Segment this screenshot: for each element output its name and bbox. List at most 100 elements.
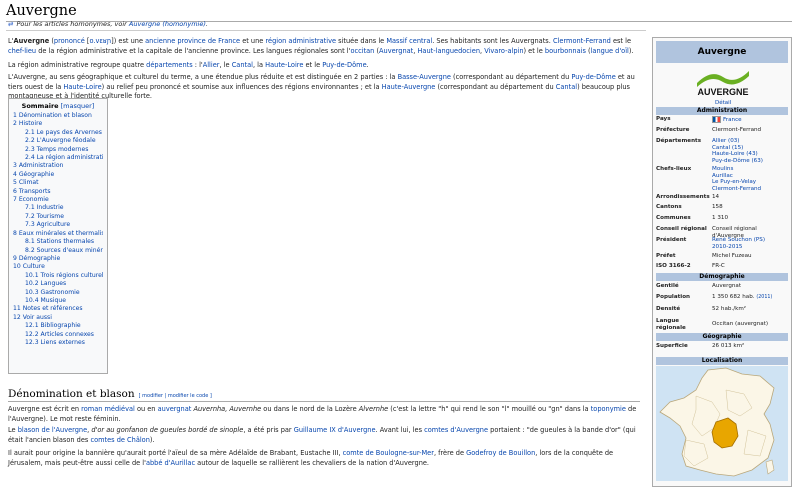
- inline-link[interactable]: auvergnat: [158, 405, 192, 413]
- toc-item: 9 Démographie: [13, 255, 103, 263]
- text-run: Auvergne est écrit en: [8, 405, 82, 413]
- infobox-section-administration: Administration: [656, 107, 788, 115]
- toc-link[interactable]: 7.3 Agriculture: [25, 221, 70, 228]
- departements-list: Allier (03) Cantal (15) Haute-Loire (43)…: [712, 138, 790, 164]
- inline-link[interactable]: Auvergnat: [379, 47, 413, 55]
- toc-link[interactable]: 12.1 Bibliographie: [25, 322, 81, 329]
- row-key: Conseil régional: [656, 226, 707, 232]
- toc-link[interactable]: 1 Dénomination et blason: [13, 112, 92, 119]
- inline-link[interactable]: o.vɛʁɲ: [89, 37, 111, 45]
- toc-link[interactable]: 2.4 La région administrative: [25, 154, 103, 161]
- inline-link[interactable]: abbé d'Aurillac: [146, 459, 195, 467]
- chef-lieu-link[interactable]: Aurillac: [712, 173, 733, 179]
- inline-link[interactable]: bourbonnais: [545, 47, 586, 55]
- row-value: Auvergnat: [712, 283, 742, 289]
- toc-link[interactable]: 10.3 Gastronomie: [25, 289, 80, 296]
- inline-link[interactable]: langue d'oïl: [591, 47, 629, 55]
- location-map[interactable]: [656, 366, 788, 481]
- inline-link[interactable]: Haute-Auvergne: [382, 83, 436, 91]
- country-link[interactable]: France: [723, 117, 742, 123]
- departement-link[interactable]: Haute-Loire (43): [712, 151, 758, 157]
- inline-link[interactable]: Cantal: [232, 61, 253, 69]
- italic-text: Alvernhe: [358, 405, 389, 413]
- chef-lieu-link[interactable]: Clermont-Ferrand: [712, 186, 761, 192]
- logo-detail-link[interactable]: Détail: [715, 100, 731, 106]
- inline-link[interactable]: Clermont-Ferrand: [553, 37, 611, 45]
- toc-link[interactable]: 8 Eaux minérales et thermalisme: [13, 230, 103, 237]
- population-year-link[interactable]: (2011): [756, 295, 772, 300]
- logo-swoosh: [697, 71, 749, 87]
- inline-link[interactable]: chef-lieu: [8, 47, 36, 55]
- inline-link[interactable]: Basse-Auvergne: [398, 73, 451, 81]
- toc-link[interactable]: 10 Culture: [13, 263, 45, 270]
- president-link[interactable]: René Souchon (PS): [712, 237, 765, 243]
- toc-link[interactable]: 2.2 L'Auvergne féodale: [25, 137, 96, 144]
- inline-link[interactable]: région administrative: [265, 37, 336, 45]
- inline-link[interactable]: Cantal: [556, 83, 577, 91]
- toc-item: 10.3 Gastronomie: [13, 289, 103, 297]
- section-edit-links[interactable]: [ modifier | modifier le code ]: [139, 393, 212, 399]
- text-run: , la: [252, 61, 266, 69]
- toc-link[interactable]: 7.2 Tourisme: [25, 213, 64, 220]
- departement-link[interactable]: Puy-de-Dôme (63): [712, 158, 763, 164]
- text-run: ).: [628, 46, 634, 55]
- prefet-link[interactable]: Michel Fuzeau: [712, 253, 790, 260]
- toc-link[interactable]: 12.2 Articles connexes: [25, 331, 94, 338]
- inline-link[interactable]: blason de l'Auvergne: [18, 426, 87, 434]
- toc-link[interactable]: 7.1 Industrie: [25, 204, 64, 211]
- toc-link[interactable]: 12 Voir aussi: [13, 314, 52, 321]
- toc-link[interactable]: 12.3 Liens externes: [25, 339, 85, 346]
- toc-link[interactable]: 8.1 Stations thermales: [25, 238, 94, 245]
- inline-link[interactable]: départements: [146, 61, 193, 69]
- inline-link[interactable]: Guillaume IX d'Auvergne: [294, 426, 376, 434]
- inline-link[interactable]: Allier: [203, 61, 220, 69]
- inline-link[interactable]: prononcé: [54, 37, 85, 45]
- prefecture-link[interactable]: Clermont-Ferrand: [712, 127, 790, 134]
- inline-link[interactable]: roman médiéval: [81, 405, 135, 413]
- inline-link[interactable]: Haut-languedocien: [417, 47, 480, 55]
- toc-toggle-link[interactable]: [masquer]: [61, 102, 95, 110]
- toc-link[interactable]: 2 Histoire: [13, 120, 42, 127]
- term-link[interactable]: 2010-2015: [712, 244, 743, 250]
- row-key: Départements: [656, 138, 702, 144]
- toc-link[interactable]: 10.1 Trois régions culturelles: [25, 272, 103, 279]
- france-flag-icon: [712, 116, 721, 123]
- chef-lieu-link[interactable]: Moulins: [712, 166, 733, 172]
- toc-link[interactable]: 10.4 Musique: [25, 297, 66, 304]
- toc-link[interactable]: 4 Géographie: [13, 171, 54, 178]
- text-run: (c'est la lettre "h" qui rend le son "l"…: [388, 405, 591, 413]
- inline-link[interactable]: Puy-de-Dôme: [571, 73, 615, 81]
- inline-link[interactable]: comte de Boulogne-sur-Mer: [343, 449, 434, 457]
- inline-link[interactable]: Massif central: [386, 37, 432, 45]
- departement-link[interactable]: Cantal (15): [712, 145, 743, 151]
- toc-item: 10.2 Langues: [13, 280, 103, 288]
- inline-link[interactable]: Haute-Loire: [63, 83, 101, 91]
- inline-link[interactable]: Vivaro-alpin: [484, 47, 523, 55]
- toc-link[interactable]: 9 Démographie: [13, 255, 60, 262]
- departement-link[interactable]: Allier (03): [712, 138, 740, 144]
- toc-link[interactable]: 2.3 Temps modernes: [25, 146, 88, 153]
- toc-item: 2.1 Le pays des Arvernes: [13, 129, 103, 137]
- chef-lieu-link[interactable]: Le Puy-en-Velay: [712, 179, 756, 185]
- toc-link[interactable]: 3 Administration: [13, 162, 63, 169]
- toc-link[interactable]: 7 Économie: [13, 196, 49, 203]
- inline-link[interactable]: Godefroy de Bouillon: [466, 449, 535, 457]
- inline-link[interactable]: occitan: [350, 47, 374, 55]
- inline-link[interactable]: comtes d'Auvergne: [424, 426, 488, 434]
- toc-link[interactable]: 6 Transports: [13, 188, 51, 195]
- toc-link[interactable]: 5 Climat: [13, 179, 39, 186]
- text-run: , frère de: [433, 449, 467, 457]
- toc-link[interactable]: 10.2 Langues: [25, 280, 66, 287]
- inline-link[interactable]: ancienne province de France: [145, 37, 240, 45]
- toc-link[interactable]: 8.2 Sources d'eaux minérales: [25, 247, 103, 254]
- toc-link[interactable]: 2.1 Le pays des Arvernes: [25, 129, 102, 136]
- toc-link[interactable]: 11 Notes et références: [13, 305, 83, 312]
- inline-link[interactable]: Haute-Loire: [265, 61, 303, 69]
- inline-link[interactable]: Puy-de-Dôme: [322, 61, 366, 69]
- region-logo[interactable]: AUVERGNE: [693, 67, 753, 99]
- language-link[interactable]: Occitan (auvergnat): [712, 321, 790, 328]
- page-title: Auvergne: [6, 3, 77, 19]
- inline-link[interactable]: comtes de Châlon: [90, 436, 149, 444]
- hatnote-link[interactable]: Auvergne (homonymie): [129, 20, 206, 28]
- inline-link[interactable]: toponymie: [591, 405, 626, 413]
